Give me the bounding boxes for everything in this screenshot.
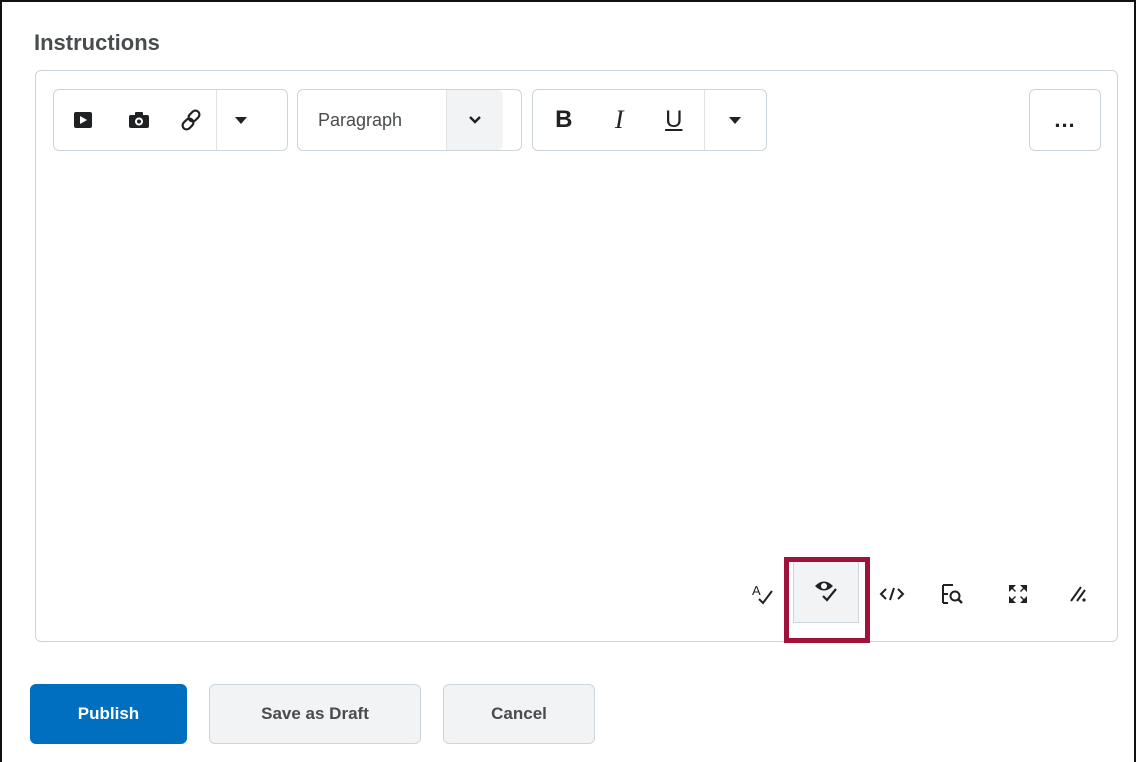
- insert-link-button[interactable]: [166, 90, 216, 150]
- underline-button[interactable]: U: [644, 90, 703, 150]
- resize-handle[interactable]: [1056, 561, 1100, 627]
- rich-text-editor[interactable]: Paragraph B I U ... A: [35, 70, 1118, 642]
- resize-handle-icon: [1070, 586, 1086, 602]
- cancel-button[interactable]: Cancel: [443, 684, 595, 744]
- spellcheck-icon: A: [752, 583, 773, 605]
- italic-button[interactable]: I: [594, 90, 644, 150]
- bold-button[interactable]: B: [533, 90, 594, 150]
- spellcheck-button[interactable]: A: [742, 561, 782, 627]
- eye-check-icon: [815, 581, 837, 602]
- editor-status-toolbar: A: [36, 557, 1117, 627]
- link-icon: [181, 109, 201, 131]
- camera-icon: [129, 112, 149, 128]
- preview-button[interactable]: [930, 561, 974, 627]
- publish-button[interactable]: Publish: [30, 684, 187, 744]
- accessibility-checker-button[interactable]: [793, 557, 859, 623]
- caret-down-icon: [235, 116, 247, 124]
- format-select-value: Paragraph: [318, 109, 403, 130]
- fullscreen-icon: [1009, 585, 1027, 603]
- save-draft-button[interactable]: Save as Draft: [209, 684, 421, 744]
- svg-text:A: A: [752, 583, 761, 598]
- find-preview-icon: [942, 584, 963, 604]
- play-video-icon: [74, 112, 92, 128]
- fullscreen-button[interactable]: [996, 561, 1040, 627]
- code-icon: [879, 587, 905, 601]
- style-more-dropdown[interactable]: [705, 90, 766, 150]
- chevron-down-icon: [469, 116, 481, 124]
- insert-image-button[interactable]: [112, 90, 166, 150]
- format-select-toggle[interactable]: [446, 90, 503, 150]
- source-code-button[interactable]: [870, 561, 914, 627]
- insert-more-dropdown[interactable]: [217, 90, 265, 150]
- insert-stuff-button[interactable]: [54, 90, 112, 150]
- style-toolbar-group: B I U: [532, 89, 767, 151]
- more-actions-button[interactable]: ...: [1029, 89, 1101, 151]
- editor-content-area[interactable]: [36, 161, 1117, 551]
- caret-down-icon: [729, 116, 742, 124]
- format-select[interactable]: Paragraph: [297, 89, 522, 151]
- instructions-label: Instructions: [34, 30, 160, 55]
- insert-toolbar-group: [53, 89, 288, 151]
